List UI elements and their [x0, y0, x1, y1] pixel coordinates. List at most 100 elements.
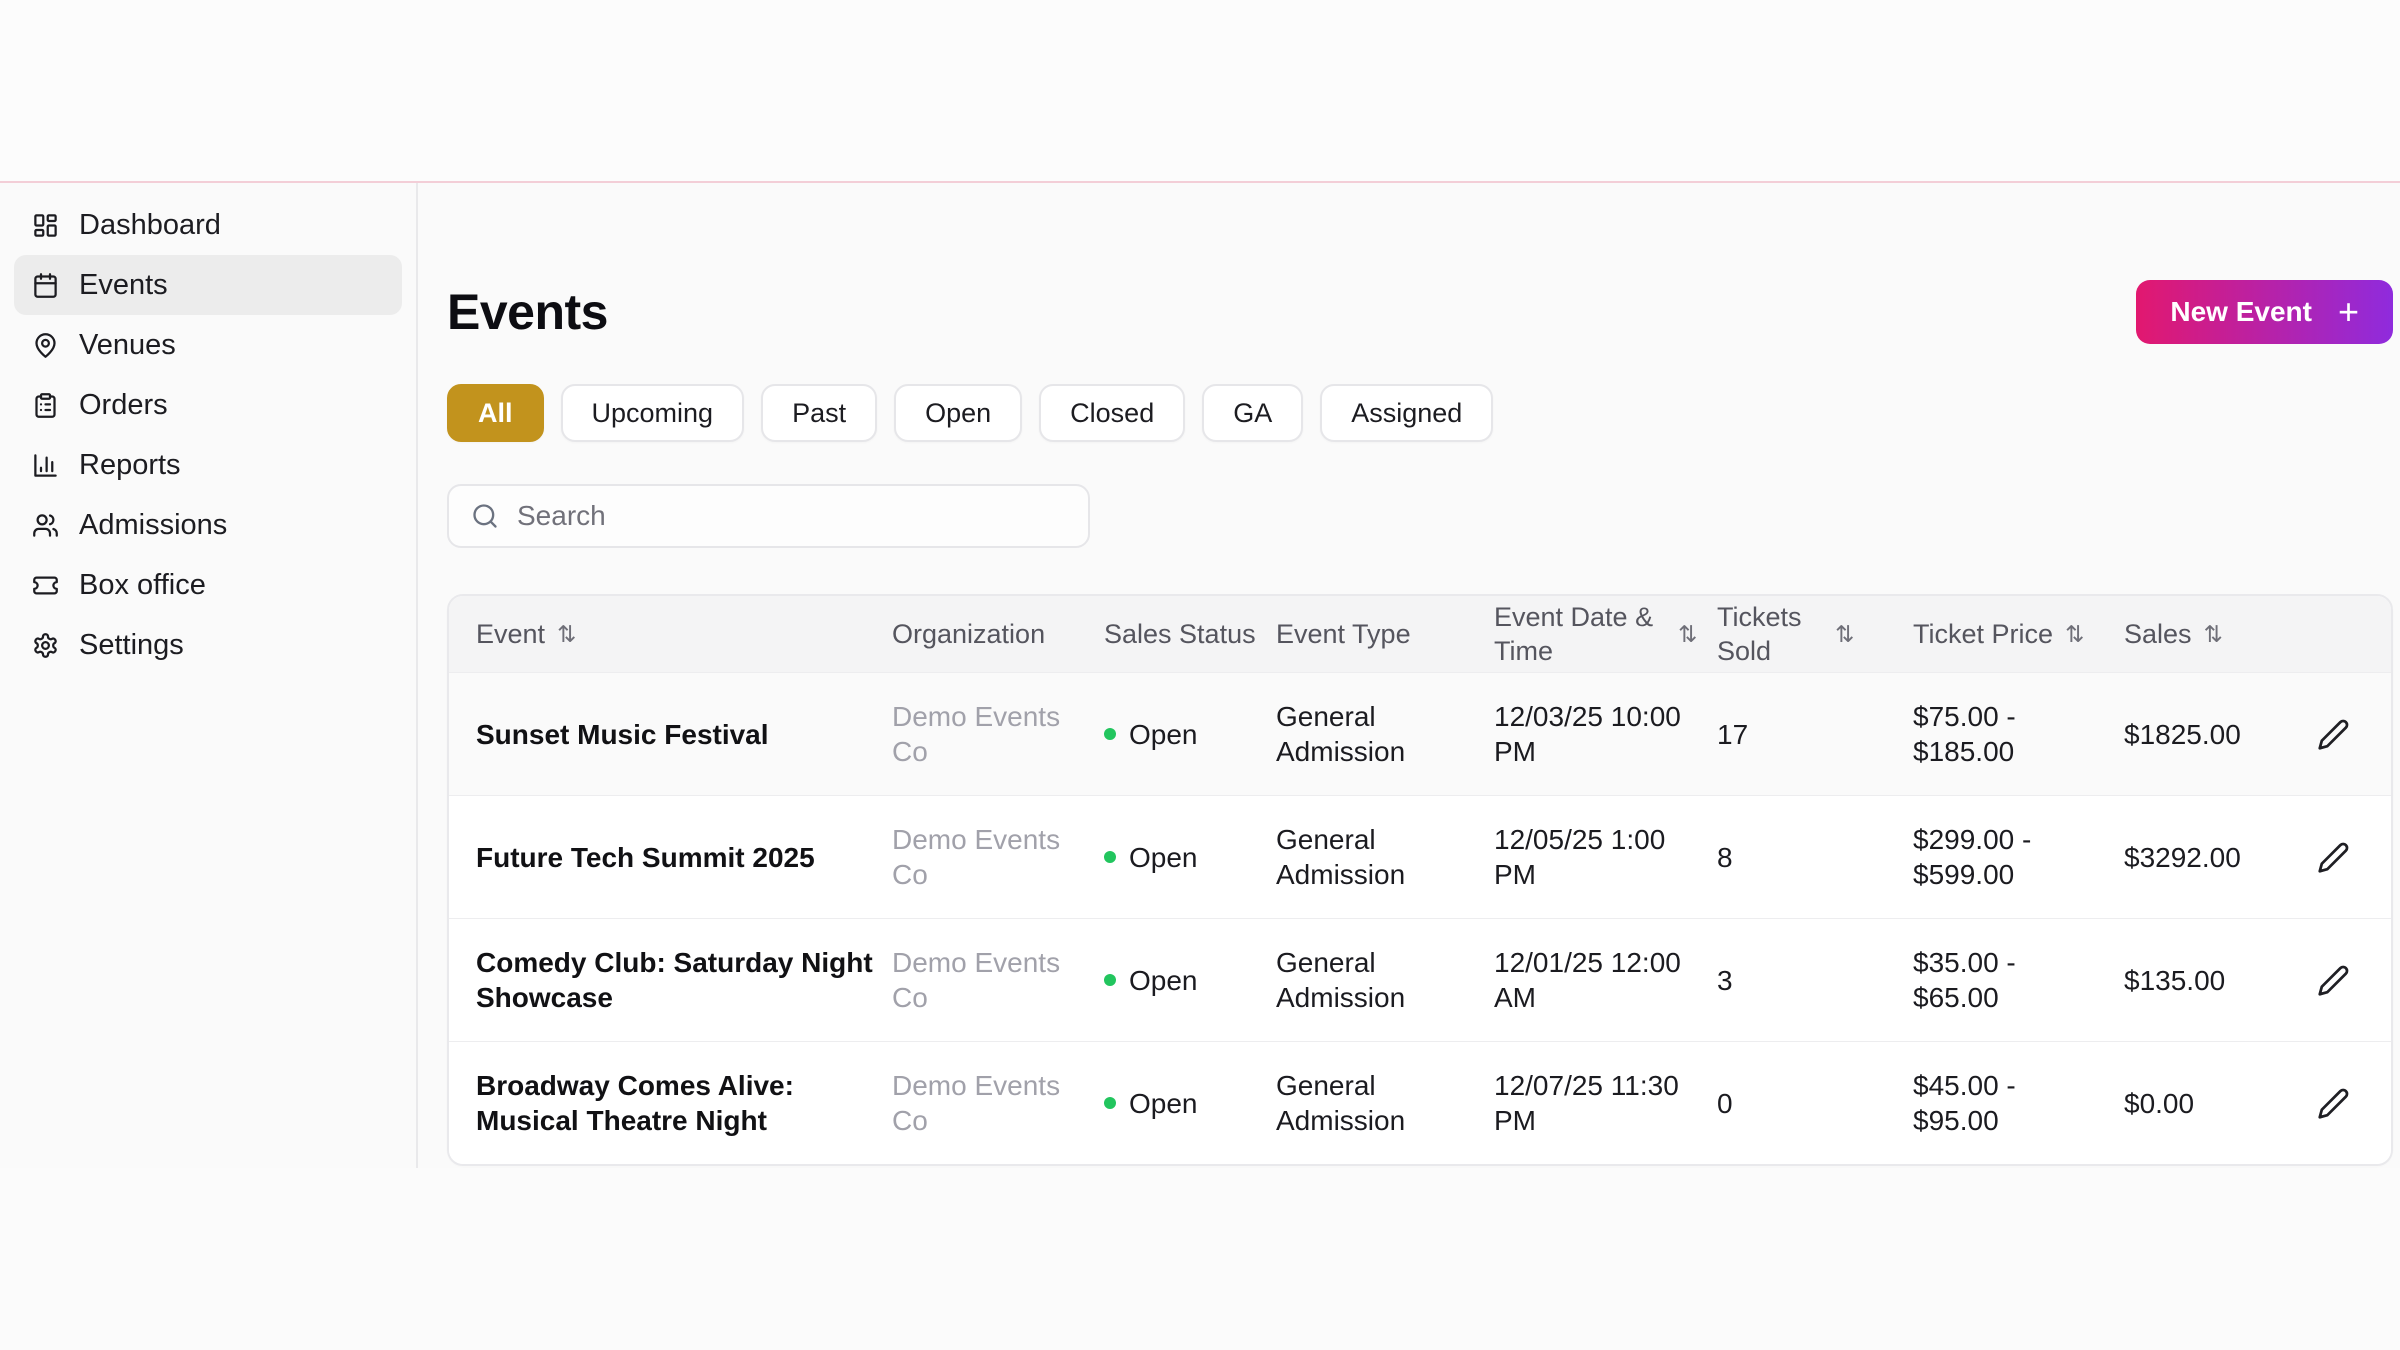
filter-chip-assigned[interactable]: Assigned — [1320, 384, 1494, 442]
sidebar-item-settings[interactable]: Settings — [14, 615, 402, 675]
event-name: Broadway Comes Alive: Musical Theatre Ni… — [476, 1070, 794, 1136]
sort-icon: ⇅ — [2203, 620, 2223, 647]
sidebar-item-dashboard[interactable]: Dashboard — [14, 195, 402, 255]
calendar-icon — [32, 272, 59, 299]
open-status-dot-icon — [1104, 974, 1116, 986]
sales-status-label: Open — [1129, 1087, 1198, 1119]
actions-cell — [2309, 710, 2364, 759]
sales-amount: $3292.00 — [2124, 841, 2241, 873]
column-header-sales[interactable]: Sales ⇅ — [2124, 617, 2309, 651]
event-date-time: 12/05/25 1:00 PM — [1494, 824, 1666, 890]
gear-icon — [32, 632, 59, 659]
sales-status: Open — [1104, 1086, 1276, 1121]
sidebar-item-box-office[interactable]: Box office — [14, 555, 402, 615]
sidebar-item-events[interactable]: Events — [14, 255, 402, 315]
tickets-sold: 17 — [1717, 718, 1749, 750]
event-date-time: 12/03/25 10:00 PM — [1494, 701, 1681, 767]
column-header-event-date-time[interactable]: Event Date & Time ⇅ — [1494, 600, 1717, 668]
search-input[interactable] — [515, 499, 1066, 533]
event-date-time: 12/07/25 11:30 PM — [1494, 1070, 1679, 1136]
table-header-row: Event ⇅ Organization Sales Status Event … — [449, 596, 2391, 672]
table-row[interactable]: Sunset Music Festival Demo Events Co Ope… — [449, 672, 2391, 795]
table-row[interactable]: Comedy Club: Saturday Night Showcase Dem… — [449, 918, 2391, 1041]
sidebar-item-label: Reports — [79, 448, 181, 481]
ticket-price: $45.00 - $95.00 — [1913, 1070, 2016, 1136]
filter-chip-all[interactable]: All — [447, 384, 544, 442]
column-header-event-type: Event Type — [1276, 619, 1411, 649]
event-date-time: 12/01/25 12:00 AM — [1494, 947, 1681, 1013]
organization: Demo Events Co — [892, 701, 1061, 767]
sidebar-item-label: Events — [79, 268, 168, 301]
sales-status-label: Open — [1129, 964, 1198, 996]
filter-chip-open[interactable]: Open — [894, 384, 1023, 442]
tickets-sold: 3 — [1717, 964, 1733, 996]
plus-icon: + — [2337, 291, 2359, 332]
column-header-organization: Organization — [892, 619, 1046, 649]
column-header-event[interactable]: Event ⇅ — [476, 617, 892, 651]
event-name: Comedy Club: Saturday Night Showcase — [476, 947, 873, 1013]
event-name: Sunset Music Festival — [476, 718, 769, 750]
event-type: General Admission — [1276, 947, 1406, 1013]
bar-chart-icon — [32, 452, 59, 479]
column-header-sales-status: Sales Status — [1104, 619, 1256, 649]
sidebar-item-venues[interactable]: Venues — [14, 315, 402, 375]
filter-chip-closed[interactable]: Closed — [1039, 384, 1186, 442]
sidebar-item-label: Box office — [79, 568, 206, 601]
pencil-icon — [2318, 842, 2349, 873]
sidebar-item-admissions[interactable]: Admissions — [14, 495, 402, 555]
pencil-icon — [2318, 719, 2349, 750]
sidebar-item-label: Orders — [79, 388, 168, 421]
pencil-icon — [2318, 1088, 2349, 1119]
sort-icon: ⇅ — [1678, 620, 1698, 647]
event-type: General Admission — [1276, 1070, 1406, 1136]
column-header-ticket-price[interactable]: Ticket Price ⇅ — [1913, 617, 2124, 651]
filter-chip-past[interactable]: Past — [761, 384, 878, 442]
tickets-sold: 8 — [1717, 841, 1733, 873]
event-type: General Admission — [1276, 701, 1406, 767]
sales-amount: $0.00 — [2124, 1087, 2195, 1119]
users-icon — [32, 512, 59, 539]
app-frame: Dashboard Events Venues Orders Reports A… — [0, 183, 2400, 1168]
edit-event-button[interactable] — [2309, 833, 2358, 882]
sales-amount: $1825.00 — [2124, 718, 2241, 750]
sidebar: Dashboard Events Venues Orders Reports A… — [0, 183, 418, 1168]
edit-event-button[interactable] — [2309, 710, 2358, 759]
sort-icon: ⇅ — [557, 620, 577, 647]
organization: Demo Events Co — [892, 1070, 1061, 1136]
actions-cell — [2309, 956, 2364, 1005]
edit-event-button[interactable] — [2309, 956, 2358, 1005]
open-status-dot-icon — [1104, 1097, 1116, 1109]
events-table: Event ⇅ Organization Sales Status Event … — [447, 594, 2393, 1166]
sidebar-item-label: Venues — [79, 328, 176, 361]
dashboard-icon — [32, 212, 59, 239]
map-pin-icon — [32, 332, 59, 359]
sales-status-label: Open — [1129, 841, 1198, 873]
pencil-icon — [2318, 965, 2349, 996]
ticket-price: $35.00 - $65.00 — [1913, 947, 2016, 1013]
new-event-button[interactable]: New Event + — [2136, 280, 2393, 344]
sidebar-item-orders[interactable]: Orders — [14, 375, 402, 435]
sort-icon: ⇅ — [2065, 620, 2085, 647]
sidebar-item-reports[interactable]: Reports — [14, 435, 402, 495]
ticket-price: $75.00 - $185.00 — [1913, 701, 2016, 767]
new-event-button-label: New Event — [2170, 296, 2312, 327]
table-row[interactable]: Broadway Comes Alive: Musical Theatre Ni… — [449, 1041, 2391, 1164]
tickets-sold: 0 — [1717, 1087, 1733, 1119]
filter-chip-ga[interactable]: GA — [1202, 384, 1304, 442]
sidebar-item-label: Settings — [79, 628, 184, 661]
edit-event-button[interactable] — [2309, 1079, 2358, 1128]
column-header-tickets-sold[interactable]: Tickets Sold ⇅ — [1717, 600, 1913, 668]
actions-cell — [2309, 833, 2364, 882]
filter-chip-upcoming[interactable]: Upcoming — [560, 384, 745, 442]
page-header: Events New Event + — [447, 280, 2393, 344]
sidebar-item-label: Admissions — [79, 508, 228, 541]
table-row[interactable]: Future Tech Summit 2025 Demo Events Co O… — [449, 795, 2391, 918]
sales-status: Open — [1104, 840, 1276, 875]
sidebar-item-label: Dashboard — [79, 208, 221, 241]
top-margin-strip — [0, 0, 2400, 183]
event-name: Future Tech Summit 2025 — [476, 841, 815, 873]
filter-chip-row: All Upcoming Past Open Closed GA Assigne… — [447, 384, 2393, 442]
search-icon — [471, 502, 499, 530]
page-title: Events — [447, 284, 608, 340]
clipboard-list-icon — [32, 392, 59, 419]
